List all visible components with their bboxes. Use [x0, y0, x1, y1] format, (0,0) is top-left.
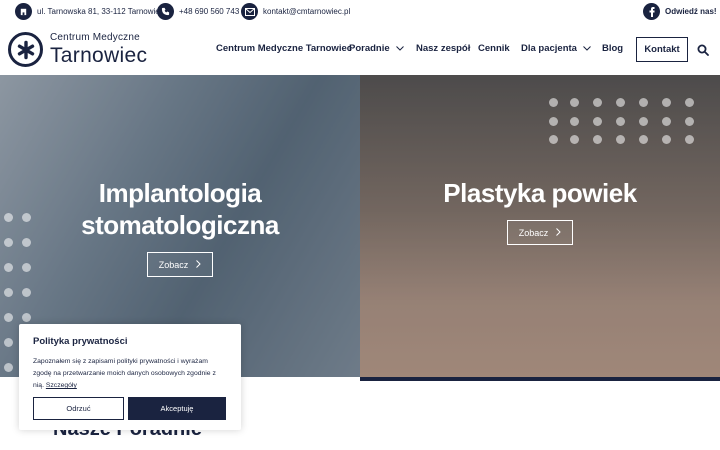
cookie-accept-button[interactable]: Akceptuję	[128, 397, 226, 420]
contact-button[interactable]: Kontakt	[636, 37, 688, 62]
nav-item-zespol[interactable]: Nasz zespół	[416, 43, 470, 54]
zobacz-button-implantology[interactable]: Zobacz	[147, 252, 213, 277]
cookie-consent-banner: Polityka prywatności Zapoznałem się z za…	[19, 324, 241, 430]
hero-panel-eyelid[interactable]: Plastyka powiek Zobacz	[360, 75, 720, 377]
cookie-text: Zapoznałem się z zapisami polityki prywa…	[33, 358, 216, 389]
facebook-item[interactable]: Odwiedź nas!	[643, 3, 717, 20]
cookie-title: Polityka prywatności	[33, 336, 128, 347]
email-item[interactable]: kontakt@cmtarnowiec.pl	[241, 3, 350, 20]
building-icon	[15, 3, 32, 20]
phone-icon	[157, 3, 174, 20]
chevron-down-icon	[395, 43, 404, 54]
envelope-icon	[241, 3, 258, 20]
hero-divider	[360, 377, 720, 381]
chevron-right-icon	[196, 259, 201, 270]
hero-title-implantology-line1: Implantologia	[98, 178, 262, 208]
email-link[interactable]: kontakt@cmtarnowiec.pl	[263, 7, 350, 16]
address-text: ul. Tarnowska 81, 33-112 Tarnowiec	[37, 7, 164, 16]
nav-item-poradnie[interactable]: Poradnie	[349, 43, 404, 54]
hero-title-eyelid: Plastyka powiek	[443, 178, 637, 208]
phone-link[interactable]: +48 690 560 743	[179, 7, 239, 16]
nav-item-dla-pacjenta[interactable]: Dla pacjenta	[521, 43, 591, 54]
facebook-icon[interactable]	[643, 3, 660, 20]
facebook-label[interactable]: Odwiedź nas!	[665, 7, 717, 16]
nav-item-centrum[interactable]: Centrum Medyczne Tarnowiec	[216, 43, 352, 54]
logo-subtitle: Centrum Medyczne	[50, 32, 140, 43]
search-icon[interactable]	[697, 43, 709, 56]
cookie-details-link[interactable]: Szczegóły	[46, 382, 77, 389]
address-item: ul. Tarnowska 81, 33-112 Tarnowiec	[15, 3, 164, 20]
site-logo[interactable]: Centrum Medyczne Tarnowiec	[8, 32, 147, 67]
hero-title-implantology-line2: stomatologiczna	[81, 210, 279, 240]
cookie-decline-button[interactable]: Odrzuć	[33, 397, 124, 420]
zobacz-button-eyelid[interactable]: Zobacz	[507, 220, 573, 245]
logo-title: Tarnowiec	[50, 44, 148, 67]
chevron-right-icon	[556, 227, 561, 238]
nav-item-cennik[interactable]: Cennik	[478, 43, 510, 54]
top-info-bar: ul. Tarnowska 81, 33-112 Tarnowiec +48 6…	[0, 0, 720, 24]
phone-item[interactable]: +48 690 560 743	[157, 3, 239, 20]
logo-medical-icon	[8, 32, 43, 67]
nav-item-blog[interactable]: Blog	[602, 43, 623, 54]
main-header: Centrum Medyczne Tarnowiec Centrum Medyc…	[0, 24, 720, 75]
chevron-down-icon	[583, 43, 591, 54]
